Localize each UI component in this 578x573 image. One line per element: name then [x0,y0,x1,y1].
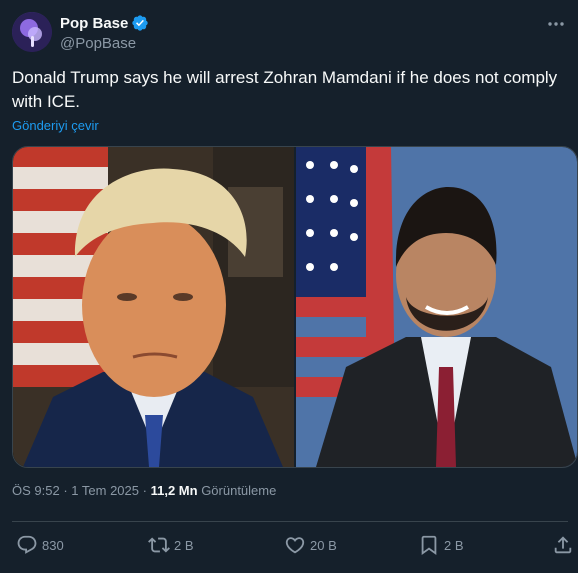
verified-badge-icon [131,14,149,32]
author-avatar[interactable] [12,12,52,52]
portrait-photo-right-icon [296,147,577,467]
actions-divider [12,521,568,522]
author-names: Pop Base @PopBase [60,13,149,52]
views-count: 11,2 Mn [150,483,198,498]
media-image-right[interactable] [294,147,577,467]
author-handle[interactable]: @PopBase [60,35,149,52]
tweet-media[interactable] [12,146,578,468]
meta-separator: · [142,483,147,498]
meta-separator: · [63,483,68,498]
repost-button[interactable]: 2 B [148,534,194,556]
tweet-text: Donald Trump says he will arrest Zohran … [12,68,558,111]
pop-base-avatar-icon [12,12,52,52]
reply-button[interactable]: 830 [16,534,64,556]
tweet-meta: ÖS 9:52 · 1 Tem 2025 · 11,2 Mn Görüntüle… [12,483,276,498]
like-button[interactable]: 20 B [284,534,337,556]
translate-post-link[interactable]: Gönderiyi çevir [12,118,99,133]
more-options-icon[interactable] [546,14,566,34]
views-label: Görüntüleme [201,483,277,498]
repost-icon [148,537,170,553]
repost-count: 2 B [174,537,194,553]
like-count: 20 B [310,537,337,553]
bookmark-icon [421,535,437,556]
tweet-header: Pop Base @PopBase [12,12,566,54]
tweet-date[interactable]: 1 Tem 2025 [71,483,139,498]
author-display-name[interactable]: Pop Base [60,15,128,32]
share-button[interactable] [552,534,578,556]
tweet-actions: 830 2 B 20 B 2 B [12,530,572,562]
bookmark-button[interactable]: 2 B [418,534,464,556]
media-image-left[interactable] [13,147,294,467]
reply-count: 830 [42,537,64,553]
reply-icon [17,535,37,554]
tweet-time[interactable]: ÖS 9:52 [12,483,60,498]
bookmark-count: 2 B [444,537,464,553]
portrait-photo-left-icon [13,147,294,467]
share-icon [554,536,572,554]
heart-icon [285,537,305,554]
